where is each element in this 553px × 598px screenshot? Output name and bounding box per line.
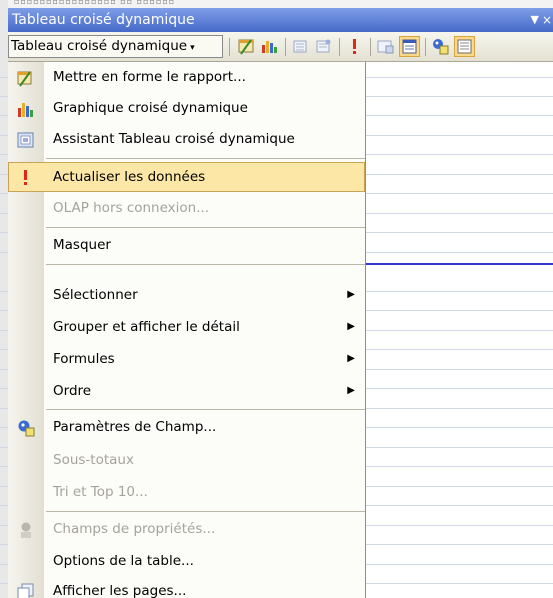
menu-item-label: Paramètres de Champ...: [53, 419, 217, 435]
menu-item-label: OLAP hors connexion...: [53, 200, 210, 216]
menu-item-refresh-data[interactable]: Actualiser les données: [8, 162, 365, 192]
menu-item-label: Options de la table...: [53, 553, 194, 569]
show-detail-icon[interactable]: [313, 36, 334, 57]
menu-item-label: Sélectionner: [53, 287, 138, 303]
chevron-right-icon: ▶: [347, 289, 355, 300]
field-settings-icon: [17, 418, 35, 437]
menu-item-label: Mettre en forme le rapport...: [53, 69, 246, 85]
chevron-down-icon: ▾: [190, 43, 195, 53]
menu-item-olap-offline: OLAP hors connexion...: [8, 193, 365, 223]
menu-item-hide[interactable]: Masquer: [8, 230, 365, 260]
property-fields-icon: [17, 520, 35, 538]
menu-item-label: Sous-totaux: [53, 452, 134, 468]
menu-item-format-report[interactable]: Mettre en forme le rapport...: [8, 62, 365, 92]
toolbar-title: Tableau croisé dynamique: [12, 12, 195, 28]
toolbar-separator: [425, 38, 426, 56]
menu-item-label: Actualiser les données: [53, 169, 206, 185]
chevron-right-icon: ▶: [347, 353, 355, 364]
always-display-items-icon[interactable]: [399, 36, 420, 57]
menu-item-show-pages[interactable]: Afficher les pages...: [8, 576, 365, 598]
menu-item-label: Graphique croisé dynamique: [53, 100, 248, 116]
menu-item-group-show-detail[interactable]: Grouper et afficher le détail ▶: [8, 312, 365, 342]
pivot-table-menu-label: Tableau croisé dynamique: [11, 38, 188, 54]
menu-item-property-fields: Champs de propriétés...: [8, 514, 365, 544]
menu-item-label: Formules: [53, 351, 115, 367]
menu-separator: [46, 409, 365, 410]
toolbar-separator: [370, 38, 371, 56]
pivot-toolbar-titlebar[interactable]: Tableau croisé dynamique ▼ ×: [8, 8, 553, 32]
menu-separator: [46, 158, 365, 159]
toolbar-separator: [229, 38, 230, 56]
pivot-table-menu-button[interactable]: Tableau croisé dynamique ▾: [8, 35, 223, 58]
close-icon[interactable]: ×: [542, 8, 552, 32]
menu-item-pivot-chart[interactable]: Graphique croisé dynamique: [8, 93, 365, 123]
pivot-chart-icon: [17, 99, 35, 117]
toolbar-options-icon[interactable]: ▼: [531, 8, 539, 32]
toolbar-separator: [339, 38, 340, 56]
menu-item-sort-top10: Tri et Top 10...: [8, 477, 365, 507]
menu-separator: [46, 511, 365, 512]
menu-item-label: Assistant Tableau croisé dynamique: [53, 131, 295, 147]
chevron-right-icon: ▶: [347, 385, 355, 396]
menu-separator: [46, 227, 365, 228]
chevron-right-icon: ▶: [347, 321, 355, 332]
menu-item-label: Champs de propriétés...: [53, 521, 216, 537]
menu-separator: [46, 264, 365, 265]
refresh-data-icon: [17, 168, 35, 186]
toolbar-separator: [285, 38, 286, 56]
field-settings-icon[interactable]: [430, 36, 451, 57]
menu-item-label: Tri et Top 10...: [53, 484, 148, 500]
format-report-icon[interactable]: [236, 36, 257, 57]
field-list-icon[interactable]: [454, 36, 475, 57]
refresh-data-icon[interactable]: [344, 36, 365, 57]
menu-item-select[interactable]: Sélectionner ▶: [8, 280, 365, 310]
menu-item-pivot-wizard[interactable]: Assistant Tableau croisé dynamique: [8, 124, 365, 154]
show-pages-icon: [17, 582, 35, 598]
format-report-icon: [17, 68, 35, 87]
include-hidden-items-icon[interactable]: [375, 36, 396, 57]
menu-item-formulas[interactable]: Formules ▶: [8, 344, 365, 374]
hide-detail-icon[interactable]: [290, 36, 311, 57]
pivot-chart-icon[interactable]: [259, 36, 280, 57]
menu-item-subtotals: Sous-totaux: [8, 445, 365, 475]
menu-item-label: Ordre: [53, 383, 92, 399]
pivot-toolbar: Tableau croisé dynamique ▾: [8, 32, 553, 62]
menu-item-field-settings[interactable]: Paramètres de Champ...: [8, 412, 365, 442]
menu-item-table-options[interactable]: Options de la table...: [8, 546, 365, 576]
pivot-wizard-icon: [17, 130, 35, 148]
pivot-table-border: [365, 263, 553, 265]
menu-item-order[interactable]: Ordre ▶: [8, 376, 365, 406]
formula-bar-remnant: ▫▫▫▫▫▫▫▫▫▫▫▫▫▫▫▫ ▫▫ ▫▫▫▫▫▫: [8, 0, 553, 8]
pivot-table-dropdown-menu: Mettre en forme le rapport... Graphique …: [8, 62, 366, 598]
menu-item-label: Masquer: [53, 237, 111, 253]
menu-item-label: Grouper et afficher le détail: [53, 319, 240, 335]
menu-item-label: Afficher les pages...: [53, 583, 187, 598]
